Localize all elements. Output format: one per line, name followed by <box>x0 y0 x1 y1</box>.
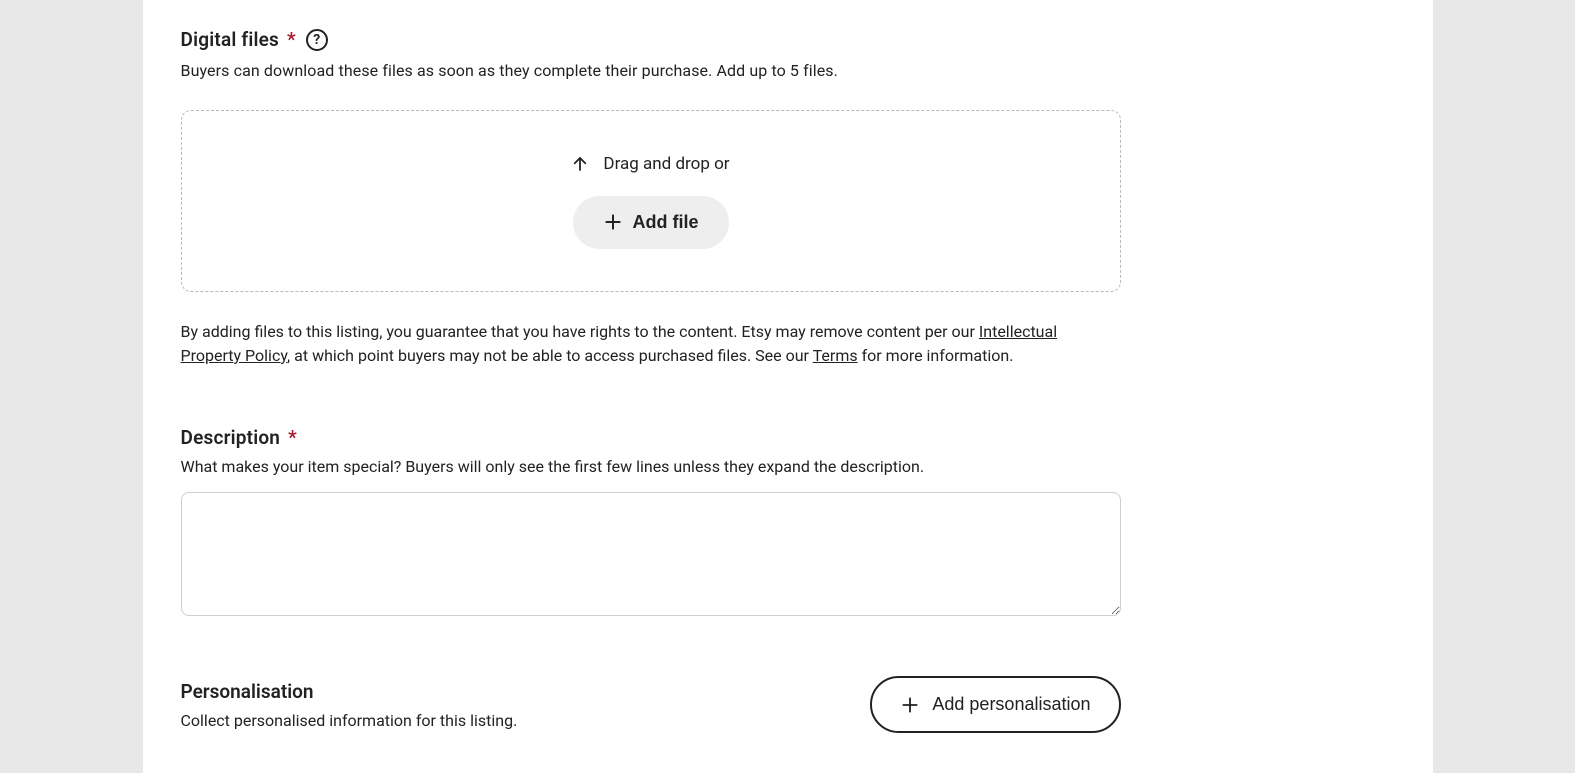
add-file-button[interactable]: Add file <box>573 196 729 249</box>
drag-drop-text: Drag and drop or <box>603 154 729 174</box>
description-subtitle: What makes your item special? Buyers wil… <box>181 457 1121 476</box>
digital-files-legal: By adding files to this listing, you gua… <box>181 320 1121 368</box>
description-title-row: Description * <box>181 426 297 449</box>
add-personalisation-label: Add personalisation <box>932 694 1090 715</box>
personalisation-title: Personalisation <box>181 680 847 703</box>
description-section: Description * What makes your item speci… <box>181 426 1121 620</box>
help-icon[interactable]: ? <box>306 29 328 51</box>
digital-files-section: Digital files * ? Buyers can download th… <box>181 28 1121 368</box>
description-textarea[interactable] <box>181 492 1121 616</box>
digital-files-subtitle: Buyers can download these files as soon … <box>181 61 1121 80</box>
add-personalisation-button[interactable]: Add personalisation <box>870 676 1120 733</box>
arrow-up-icon <box>571 155 589 173</box>
required-indicator: * <box>287 28 296 51</box>
add-file-label: Add file <box>633 212 699 233</box>
terms-link[interactable]: Terms <box>813 346 858 365</box>
legal-text-3: for more information. <box>858 346 1014 365</box>
drag-drop-row: Drag and drop or <box>571 154 729 174</box>
legal-text-1: By adding files to this listing, you gua… <box>181 322 979 341</box>
digital-files-title-row: Digital files * ? <box>181 28 328 51</box>
digital-files-title: Digital files <box>181 28 280 51</box>
plus-icon <box>603 212 623 232</box>
personalisation-subtitle: Collect personalised information for thi… <box>181 711 847 730</box>
required-indicator: * <box>288 426 297 449</box>
personalisation-info: Personalisation Collect personalised inf… <box>181 680 847 730</box>
plus-icon <box>900 695 920 715</box>
description-title: Description <box>181 426 281 449</box>
file-dropzone[interactable]: Drag and drop or Add file <box>181 110 1121 292</box>
legal-text-2: , at which point buyers may not be able … <box>287 346 813 365</box>
personalisation-section: Personalisation Collect personalised inf… <box>181 676 1121 733</box>
